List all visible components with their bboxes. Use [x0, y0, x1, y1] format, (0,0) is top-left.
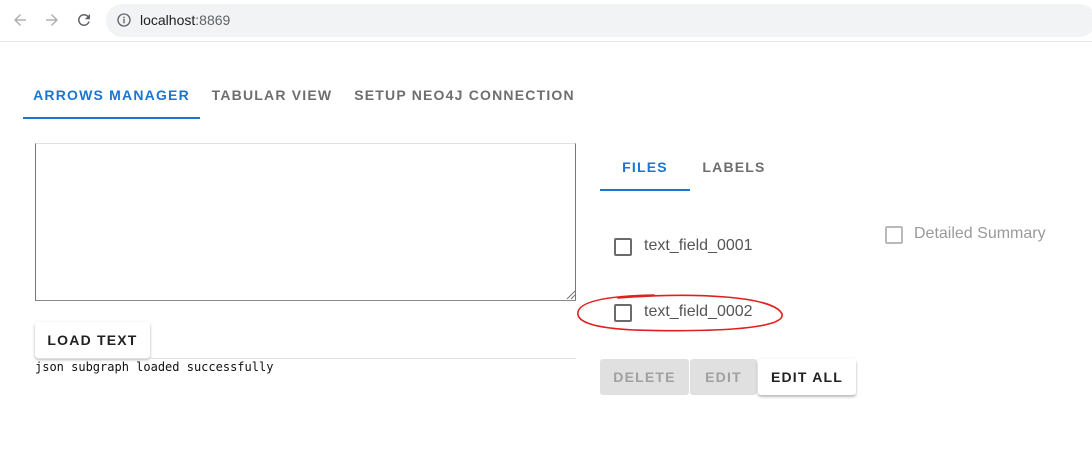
- url-text: localhost:8869: [140, 12, 230, 28]
- file-label-0001: text_field_0001: [644, 237, 753, 254]
- arrow-left-icon: [14, 14, 26, 26]
- tab-setup-neo4j-connection[interactable]: SETUP NEO4J CONNECTION: [344, 71, 585, 119]
- reload-button[interactable]: [72, 8, 96, 32]
- browser-toolbar: localhost:8869: [0, 0, 1092, 42]
- active-tab-indicator: [600, 189, 690, 191]
- url-host: localhost: [140, 12, 196, 28]
- file-checkbox-0001[interactable]: [614, 238, 632, 256]
- tab-files[interactable]: FILES: [600, 143, 690, 191]
- edit-label: EDIT: [705, 369, 742, 385]
- resize-handle-icon[interactable]: [566, 290, 576, 300]
- info-icon[interactable]: [116, 12, 132, 28]
- graph-text-input[interactable]: [35, 143, 576, 301]
- detailed-summary-label: Detailed Summary: [914, 225, 1046, 242]
- tab-label: SETUP NEO4J CONNECTION: [354, 87, 575, 103]
- arrow-right-icon: [46, 14, 58, 26]
- tab-arrows-manager[interactable]: ARROWS MANAGER: [23, 71, 200, 119]
- load-text-button[interactable]: LOAD TEXT: [35, 322, 150, 358]
- file-checkbox-0002[interactable]: [614, 304, 632, 322]
- divider: [35, 358, 576, 359]
- tab-label: FILES: [622, 159, 668, 175]
- reload-icon: [78, 13, 90, 26]
- edit-all-button[interactable]: EDIT ALL: [758, 359, 856, 395]
- edit-all-label: EDIT ALL: [770, 369, 844, 385]
- tab-label: TABULAR VIEW: [211, 87, 333, 103]
- active-tab-indicator: [23, 117, 200, 119]
- back-button[interactable]: [8, 8, 32, 32]
- forward-button[interactable]: [40, 8, 64, 32]
- edit-button[interactable]: EDIT: [690, 359, 757, 395]
- delete-label: DELETE: [613, 369, 676, 385]
- status-message: json subgraph loaded successfully: [35, 360, 274, 374]
- detailed-summary-checkbox[interactable]: [885, 226, 903, 244]
- tab-labels[interactable]: LABELS: [690, 143, 778, 191]
- tab-tabular-view[interactable]: TABULAR VIEW: [200, 71, 344, 119]
- load-text-label: LOAD TEXT: [47, 332, 138, 348]
- tab-label: ARROWS MANAGER: [33, 87, 190, 103]
- delete-button[interactable]: DELETE: [600, 359, 689, 395]
- url-port: :8869: [195, 12, 231, 28]
- address-bar[interactable]: localhost:8869: [106, 4, 1092, 37]
- tab-label: LABELS: [702, 159, 766, 175]
- file-label-0002: text_field_0002: [644, 303, 753, 320]
